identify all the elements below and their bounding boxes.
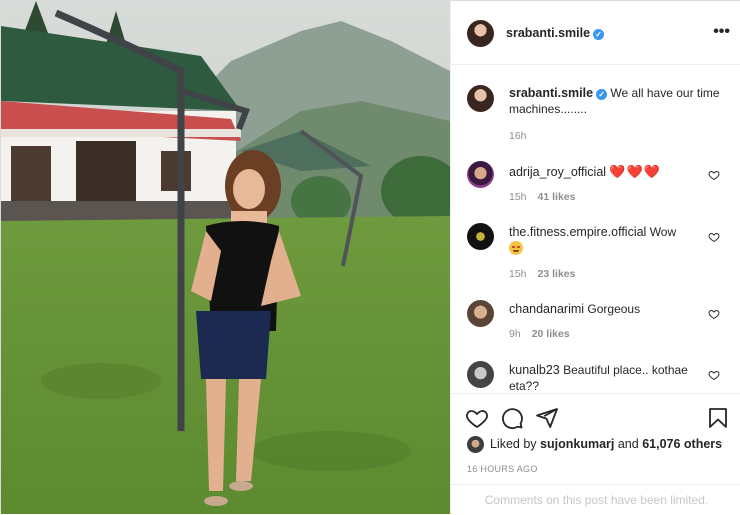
commenter-username[interactable]: the.fitness.empire.official (509, 225, 646, 239)
post-photo-illustration (1, 1, 450, 514)
comment-like-heart-icon[interactable] (708, 231, 720, 243)
verified-badge-icon: ✓ (593, 29, 605, 40)
comment-age[interactable]: 9h (509, 328, 521, 340)
commenter-avatar[interactable] (467, 361, 494, 388)
liked-by-summary: Liked by sujonkumarj and 61,076 others (490, 437, 722, 451)
commenter-avatar[interactable] (467, 300, 494, 327)
caption-username[interactable]: srabanti.smile (509, 86, 593, 100)
post-header: srabanti.smile ✓ ••• (451, 1, 740, 65)
liked-by-avatar[interactable] (467, 436, 484, 453)
comment-age[interactable]: 15h (509, 191, 527, 203)
owner-avatar[interactable] (467, 20, 494, 47)
commenter-avatar[interactable] (467, 223, 494, 250)
owner-username[interactable]: srabanti.smile (506, 26, 590, 40)
comment-text: Wow (649, 225, 677, 239)
comment-text-block: kunalb23 Beautiful place.. kothae eta?? (509, 363, 709, 392)
commenter-username[interactable]: adrija_roy_official (509, 165, 606, 179)
comment-text: Gorgeous (587, 302, 641, 316)
caption-meta: 16h (509, 130, 538, 142)
comment-bubble-icon[interactable] (500, 406, 524, 430)
verified-badge-icon: ✓ (596, 89, 608, 100)
comment-item: adrija_roy_official ❤️❤️❤️ 15h 41 likes (451, 161, 740, 211)
comment-likes[interactable]: 20 likes (532, 328, 570, 340)
commenter-username[interactable]: kunalb23 (509, 363, 560, 377)
comment-like-heart-icon[interactable] (708, 308, 720, 320)
liked-by-user[interactable]: sujonkumarj (540, 437, 614, 451)
comments-list: srabanti.smile ✓ We all have our time mac… (451, 66, 740, 392)
comment-likes[interactable]: 41 likes (538, 191, 576, 203)
owner-name-row: srabanti.smile ✓ (506, 26, 605, 40)
comment-age[interactable]: 15h (509, 268, 527, 280)
post-photo[interactable] (1, 1, 450, 514)
more-options-icon[interactable]: ••• (713, 23, 730, 41)
comment-item: the.fitness.empire.official Wow 15h 23 li… (451, 223, 740, 283)
comment-text-block: chandanarimi Gorgeous (509, 302, 709, 318)
heart-icon[interactable] (465, 406, 489, 430)
commenter-username[interactable]: chandanarimi (509, 302, 584, 316)
post-dialog: srabanti.smile ✓ ••• srabanti.smile ✓ We a… (0, 0, 740, 514)
liked-by-prefix: Liked by (490, 437, 537, 451)
comment-text-block: adrija_roy_official ❤️❤️❤️ (509, 164, 709, 181)
comment-like-heart-icon[interactable] (708, 369, 720, 381)
comment-text-block: the.fitness.empire.official Wow (509, 225, 739, 256)
caption-text-block: srabanti.smile ✓ We all have our time mac… (509, 86, 729, 117)
comment-meta: 9h 20 likes (509, 328, 581, 340)
post-actions: Liked by sujonkumarj and 61,076 others 1… (451, 393, 740, 514)
paper-plane-icon[interactable] (535, 406, 559, 430)
comment-item: kunalb23 Beautiful place.. kothae eta?? (451, 361, 740, 392)
caption-age[interactable]: 16h (509, 130, 527, 142)
comment-like-heart-icon[interactable] (708, 169, 720, 181)
liked-by-middle: and (617, 437, 639, 451)
commenter-avatar[interactable] (467, 161, 494, 188)
comments-limited-notice: Comments on this post have been limited. (451, 484, 740, 515)
comment-meta: 15h 23 likes (509, 268, 586, 280)
caption-avatar[interactable] (467, 85, 494, 112)
bookmark-icon[interactable] (706, 406, 730, 430)
comment-text: ❤️❤️❤️ (609, 164, 661, 179)
caption: srabanti.smile ✓ We all have our time mac… (451, 83, 740, 143)
comment-meta: 15h 41 likes (509, 191, 586, 203)
liked-by-others[interactable]: 61,076 others (642, 437, 722, 451)
post-side-panel: srabanti.smile ✓ ••• srabanti.smile ✓ We a… (450, 1, 740, 514)
post-timestamp[interactable]: 16 HOURS AGO (467, 464, 538, 474)
comment-likes[interactable]: 23 likes (538, 268, 576, 280)
star-struck-emoji-icon (509, 240, 523, 255)
comment-item: chandanarimi Gorgeous 9h 20 likes (451, 300, 740, 345)
